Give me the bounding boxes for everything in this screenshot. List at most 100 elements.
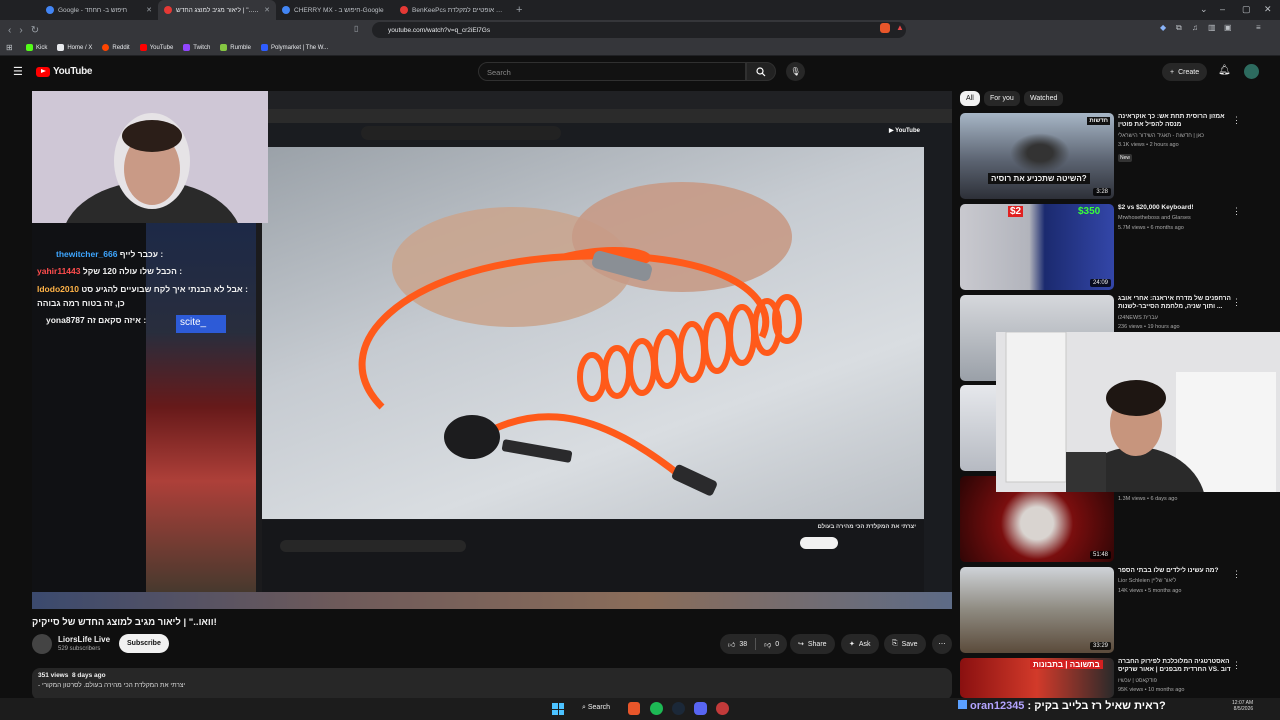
bookmark-twitch[interactable]: Twitch: [183, 44, 210, 51]
recommendation-title[interactable]: אמזון הרוסית תחת אש: כך אוקראינה מנסה לה…: [1118, 113, 1236, 129]
recommendation-channel[interactable]: Lior Schleien ליאור שליין: [1118, 578, 1176, 584]
x-icon: [57, 44, 65, 51]
search-button[interactable]: [746, 62, 776, 81]
app-taskbar-icon[interactable]: [716, 702, 729, 715]
recommendation-item[interactable]: בתשובה | בתבונות האסטרטגיה המלוכלכת לפיר…: [960, 658, 1260, 698]
streamer-webcam-right: [996, 332, 1280, 492]
sidebar-icon[interactable]: ▥: [1208, 23, 1216, 32]
streamer-webcam-top-left: [32, 91, 268, 223]
bookmark-rumble[interactable]: Rumble: [220, 44, 251, 51]
search-input[interactable]: Search: [478, 62, 746, 81]
spotify-taskbar-icon[interactable]: [650, 702, 663, 715]
wallet-icon[interactable]: ▣: [1224, 23, 1232, 32]
avatar[interactable]: [1244, 64, 1259, 79]
recommendation-item[interactable]: 33:29 מה עשינו לילדים שלו בבתי הספר? Lio…: [960, 567, 1260, 653]
browser-tab[interactable]: Google - חיפוש ב- חחחד ✕: [40, 0, 158, 20]
recommendation-meta: 5.7M views • 6 months ago: [1118, 225, 1184, 231]
recommendation-channel[interactable]: Mrwhosetheboss and Glarses: [1118, 215, 1191, 221]
video-thumbnail[interactable]: $2 $350 24:09: [960, 204, 1114, 290]
voice-search-button[interactable]: 🎙: [786, 62, 805, 81]
youtube-logo[interactable]: YouTube: [36, 66, 93, 77]
youtube-icon: [400, 6, 408, 14]
windows-start-icon[interactable]: [552, 703, 564, 715]
extension-icon[interactable]: ◆: [1160, 23, 1166, 32]
more-icon[interactable]: ⋮: [1232, 297, 1241, 308]
reload-icon[interactable]: ↻: [31, 25, 39, 36]
chip-all[interactable]: All: [960, 91, 980, 106]
more-actions-button[interactable]: ⋯: [932, 634, 952, 654]
forward-icon[interactable]: ›: [19, 25, 22, 36]
new-tab-button[interactable]: +: [516, 4, 522, 16]
address-bar-row: ‹ › ↻ ▯ youtube.com/watch?v=q_cr2iEl7Gs …: [0, 20, 1280, 40]
bookmark-kick[interactable]: Kick: [26, 44, 47, 51]
tab-search-icon[interactable]: ⌄: [1200, 4, 1208, 15]
like-dislike-button[interactable]: 👍︎ 38 👎︎ 0: [720, 634, 788, 654]
notifications-bell-icon[interactable]: 🔔︎: [1218, 65, 1231, 76]
bookmark-icon[interactable]: ▯: [354, 24, 358, 33]
video-thumbnail[interactable]: חדשות השיטה שתכניע את רוסיה? 3:28: [960, 113, 1114, 199]
recommendation-title[interactable]: $2 vs $20,000 Keyboard!: [1118, 204, 1236, 212]
menu-icon[interactable]: ≡: [1256, 23, 1261, 32]
orange-coiled-cable-image: [358, 182, 802, 496]
bookmark-x[interactable]: Home / X: [57, 44, 92, 51]
recommendation-channel[interactable]: פודקאסט | עכשיו: [1118, 678, 1157, 684]
ask-button[interactable]: ✦ Ask: [841, 634, 879, 654]
browser-tab-active[interactable]: וואו.." | ליאור מגיב למוצג החדש ✕: [158, 0, 276, 20]
bookmark-reddit[interactable]: Reddit: [102, 44, 130, 51]
youtube-header: ☰ YouTube Search 🎙 + Create 🔔︎: [0, 56, 1280, 88]
video-description[interactable]: 351 views 8 days ago - יצרתי את המקלדת ה…: [32, 668, 952, 700]
brave-taskbar-icon[interactable]: [628, 702, 640, 715]
brave-shield-icon[interactable]: [880, 23, 890, 33]
share-button[interactable]: ↪ Share: [790, 634, 835, 654]
description-text: - יצרתי את המקלדת הכי מהירה בעולם. לסרטו…: [38, 682, 186, 689]
video-thumbnail[interactable]: בתשובה | בתבונות: [960, 658, 1114, 698]
close-icon[interactable]: ✕: [264, 6, 270, 14]
video-thumbnail[interactable]: 33:29: [960, 567, 1114, 653]
taskbar-clock[interactable]: 12:07 AM 8/5/2026: [1232, 700, 1253, 712]
steam-taskbar-icon[interactable]: [672, 702, 685, 715]
hamburger-menu-icon[interactable]: ☰: [13, 65, 23, 78]
scite-overlay-label: scite_: [176, 315, 226, 333]
chip-for-you[interactable]: For you: [984, 91, 1020, 106]
recommendation-item[interactable]: חדשות השיטה שתכניע את רוסיה? 3:28 אמזון …: [960, 113, 1260, 199]
recommendation-channel[interactable]: כאן | חדשות - תאגיד השידור הישראלי: [1118, 133, 1204, 139]
apps-icon[interactable]: ⊞: [6, 43, 13, 52]
recommendation-title[interactable]: הרחפנים של מדרח איראנה: אחרי אובג ... ות…: [1118, 295, 1236, 311]
recommendation-title[interactable]: האסטרטגיה המלוכלכת לפירוק החברה החרדית מ…: [1118, 658, 1236, 674]
recommendation-channel[interactable]: i24NEWS עברית: [1118, 315, 1158, 321]
recommendation-meta: 14K views • 5 months ago: [1118, 588, 1182, 594]
window-close-icon[interactable]: ✕: [1264, 4, 1272, 15]
taskbar-search[interactable]: ⌕ Search: [582, 704, 610, 712]
browser-tab[interactable]: CHERRY MX - חיפוש ב-Google: [276, 0, 394, 20]
recommendation-title[interactable]: מה עשינו לילדים שלו בבתי הספר?: [1118, 567, 1236, 575]
smoke-image: [1010, 133, 1070, 173]
extensions-icon[interactable]: ⧉: [1176, 23, 1182, 33]
chat-badge-icon: [958, 700, 967, 709]
subscribe-button[interactable]: Subscribe: [119, 634, 169, 653]
channel-name[interactable]: LiorsLife Live: [58, 635, 110, 644]
recommendation-item[interactable]: $2 $350 24:09 $2 vs $20,000 Keyboard! Mr…: [960, 204, 1260, 290]
media-icon[interactable]: ♫: [1192, 23, 1198, 32]
more-icon[interactable]: ⋮: [1232, 115, 1241, 126]
minimize-icon[interactable]: –: [1220, 4, 1225, 14]
brave-rewards-icon[interactable]: ▲: [896, 23, 904, 32]
url-field[interactable]: youtube.com/watch?v=q_cr2iEl7Gs: [372, 22, 906, 38]
save-button[interactable]: ⎘ Save: [884, 634, 926, 654]
more-icon[interactable]: ⋮: [1232, 660, 1241, 671]
chat-message: כן, זה בטוח רמה גבוהה: [37, 298, 125, 308]
reddit-icon: [102, 44, 110, 51]
maximize-icon[interactable]: ▢: [1242, 4, 1251, 15]
channel-avatar[interactable]: [32, 634, 52, 654]
thumbs-up-icon: 👍︎: [728, 641, 736, 649]
more-icon[interactable]: ⋮: [1232, 206, 1241, 217]
close-icon[interactable]: ✕: [146, 6, 152, 14]
discord-taskbar-icon[interactable]: [694, 702, 707, 715]
more-icon: ⋯: [938, 641, 946, 648]
more-icon[interactable]: ⋮: [1232, 569, 1241, 580]
bookmark-polymarket[interactable]: Polymarket | The W...: [260, 44, 328, 51]
bookmark-youtube[interactable]: YouTube: [139, 44, 173, 51]
back-icon[interactable]: ‹: [8, 25, 11, 36]
create-button[interactable]: + Create: [1162, 63, 1208, 81]
browser-tab[interactable]: BenKeePcs סוויצ'ים אופטיים למקלדת: [394, 0, 512, 20]
chip-watched[interactable]: Watched: [1024, 91, 1064, 106]
